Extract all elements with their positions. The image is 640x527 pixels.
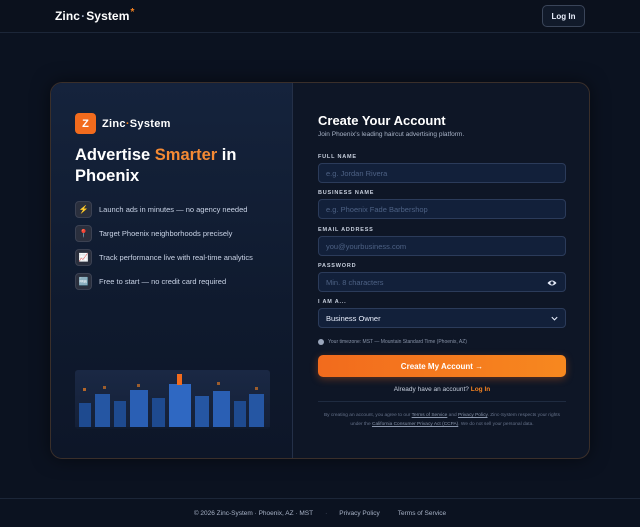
- lightning-icon: ⚡: [75, 201, 92, 218]
- signup-form: Create Your Account Join Phoenix's leadi…: [294, 83, 589, 458]
- footer-copyright: © 2026 Zinc-System · Phoenix, AZ · MST: [193, 509, 314, 517]
- header-login-button[interactable]: Log In: [542, 5, 585, 27]
- headline-accent: Smarter: [154, 146, 218, 164]
- role-label: I AM A...: [318, 299, 347, 305]
- full-name-label: FULL NAME: [318, 154, 357, 160]
- header-brand-sep: ·: [81, 9, 86, 23]
- pin-icon: 📍: [75, 225, 92, 242]
- feature-text: Target Phoenix neighborhoods precisely: [99, 229, 233, 238]
- footer-terms-link[interactable]: Terms of Service: [398, 510, 446, 517]
- full-name-input[interactable]: [318, 163, 566, 183]
- skyline-icon: [75, 374, 270, 429]
- brand-mark-icon: *: [130, 7, 135, 18]
- login-link[interactable]: Log In: [471, 386, 491, 393]
- role-select[interactable]: Business Owner: [318, 308, 566, 328]
- email-input[interactable]: [318, 236, 566, 256]
- top-nav: Zinc·System* Log In: [0, 0, 640, 33]
- panel-brand-suffix: System: [129, 118, 171, 130]
- promo-headline: Advertise Smarter in Phoenix: [75, 145, 275, 187]
- eye-icon[interactable]: [547, 278, 557, 288]
- feature-text: Track performance live with real-time an…: [99, 253, 253, 262]
- feature-item: ⚡ Launch ads in minutes — no agency need…: [75, 201, 285, 218]
- panel-brand-name: Zinc: [102, 118, 126, 130]
- headline-pre: Advertise: [75, 146, 155, 164]
- free-icon: 🆓: [75, 273, 92, 290]
- eye-icon-shape: [547, 280, 557, 286]
- have-account: Already have an account? Log In: [318, 386, 566, 393]
- form-title: Create Your Account: [318, 113, 446, 128]
- ccpa-link[interactable]: California Consumer Privacy Act (CCPA): [372, 422, 458, 427]
- feature-item: 📍 Target Phoenix neighborhoods precisely: [75, 225, 285, 242]
- timezone-note: Your timezone: MST — Mountain Standard T…: [318, 339, 467, 345]
- create-account-button[interactable]: Create My Account →: [318, 355, 566, 377]
- business-name-input[interactable]: [318, 199, 566, 219]
- page-footer: © 2026 Zinc-System · Phoenix, AZ · MST ·…: [0, 498, 640, 527]
- role-select-value: Business Owner: [326, 313, 381, 323]
- legal-part-3: . We do not sell your personal data.: [458, 422, 534, 427]
- business-name-label: BUSINESS NAME: [318, 190, 375, 196]
- clock-icon: [318, 339, 324, 345]
- promo-panel: Z Zinc·System Advertise Smarter in Phoen…: [51, 83, 293, 458]
- chevron-down-icon: [551, 316, 558, 321]
- feature-list: ⚡ Launch ads in minutes — no agency need…: [75, 201, 285, 297]
- feature-text: Free to start — no credit card required: [99, 277, 227, 286]
- header-brand[interactable]: Zinc·System*: [55, 7, 135, 23]
- legal-part-1: By creating an account, you agree to our: [323, 413, 411, 418]
- password-input[interactable]: [318, 272, 566, 292]
- divider: [318, 401, 566, 402]
- legal-text: By creating an account, you agree to our…: [318, 411, 566, 429]
- panel-brand: Zinc·System: [102, 118, 171, 130]
- chart-icon: 📈: [75, 249, 92, 266]
- form-subtitle: Join Phoenix's leading haircut advertisi…: [318, 131, 465, 138]
- header-brand-suffix: System: [86, 9, 130, 23]
- email-label: EMAIL ADDRESS: [318, 227, 374, 233]
- legal-and: and: [448, 413, 457, 418]
- footer-privacy-link[interactable]: Privacy Policy: [339, 510, 379, 517]
- logo-icon: Z: [75, 113, 96, 134]
- signup-card: Z Zinc·System Advertise Smarter in Phoen…: [50, 82, 590, 459]
- header-brand-name: Zinc: [55, 9, 81, 23]
- feature-item: 🆓 Free to start — no credit card require…: [75, 273, 285, 290]
- password-label: PASSWORD: [318, 263, 357, 269]
- feature-text: Launch ads in minutes — no agency needed: [99, 205, 248, 214]
- footer-sep: ·: [325, 509, 328, 517]
- timezone-text: Your timezone: MST — Mountain Standard T…: [328, 339, 467, 345]
- skyline-illustration: [75, 370, 270, 429]
- have-account-text: Already have an account?: [393, 386, 469, 393]
- feature-item: 📈 Track performance live with real-time …: [75, 249, 285, 266]
- privacy-link[interactable]: Privacy Policy: [458, 413, 488, 418]
- terms-link[interactable]: Terms of Service: [412, 413, 448, 418]
